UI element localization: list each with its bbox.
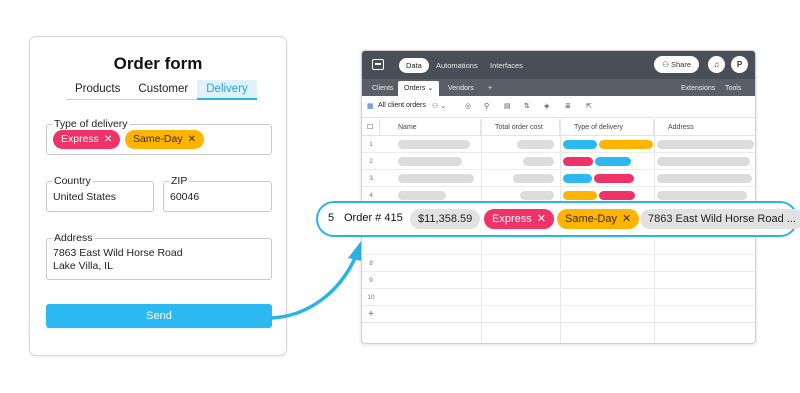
tag-bar: [595, 157, 631, 166]
record-chip-same-day-label: Same-Day: [565, 213, 617, 225]
column-header-total-cost[interactable]: Total order cost: [481, 119, 560, 136]
record-address: 7863 East Wild Horse Road ...: [640, 209, 800, 229]
table-row[interactable]: [362, 238, 755, 255]
table-row[interactable]: 8: [362, 255, 755, 272]
table-row[interactable]: 1: [362, 136, 755, 153]
placeholder-bar: [657, 157, 750, 166]
placeholder-bar: [520, 191, 554, 200]
table-tab-orders-label: Orders: [404, 85, 426, 92]
row-number: 3: [369, 175, 373, 182]
record-chip-express[interactable]: Express ✕: [484, 209, 554, 229]
row-number: 10: [367, 294, 375, 301]
table-tab-vendors[interactable]: Vendors: [442, 81, 480, 96]
nav-data[interactable]: Data: [399, 58, 429, 73]
table-row[interactable]: 10: [362, 289, 755, 306]
notifications-bell-icon[interactable]: ♫: [708, 56, 725, 73]
record-cost: $11,358.59: [410, 209, 481, 229]
select-all-checkbox[interactable]: ☐: [362, 119, 380, 136]
sort-icon[interactable]: ⇅: [524, 102, 530, 110]
row-number: 1: [369, 141, 373, 148]
stage: Order form Products Customer Delivery Ty…: [0, 0, 800, 393]
nav-automations[interactable]: Automations: [429, 58, 485, 73]
people-icon[interactable]: ⚇ ⌄: [432, 102, 446, 110]
people-icon: ⚇: [662, 60, 671, 69]
top-bar: Data Automations Interfaces ⚇ Share ♫ P: [362, 51, 755, 79]
database-app-window: Data Automations Interfaces ⚇ Share ♫ P …: [361, 50, 756, 344]
placeholder-bar: [513, 174, 554, 183]
table-tab-bar: Clients Orders ⌄ Vendors + Extensions To…: [362, 79, 755, 107]
row-number: 8: [369, 260, 373, 267]
placeholder-bar: [523, 157, 554, 166]
tools-label: Tools: [725, 85, 742, 92]
tag-bar: [599, 191, 635, 200]
avatar[interactable]: P: [731, 56, 748, 73]
color-icon[interactable]: ◈: [544, 102, 549, 110]
record-number: 5: [328, 212, 335, 224]
table-row[interactable]: 2: [362, 153, 755, 170]
column-header-name[interactable]: Name: [380, 119, 481, 136]
placeholder-bar: [657, 140, 754, 149]
tag-bar: [563, 174, 592, 183]
extensions-button[interactable]: Extensions: [675, 81, 721, 96]
table-tab-clients[interactable]: Clients: [366, 81, 399, 96]
row-number: 9: [369, 277, 373, 284]
view-name[interactable]: All client orders: [378, 102, 426, 109]
placeholder-bar: [398, 174, 474, 183]
table-row[interactable]: 9: [362, 272, 755, 289]
table-row[interactable]: 3: [362, 170, 755, 187]
tag-bar: [594, 174, 634, 183]
remove-icon[interactable]: ✕: [537, 213, 546, 225]
tag-bar: [563, 140, 597, 149]
placeholder-bar: [398, 140, 470, 149]
grid-view-icon[interactable]: ▦: [367, 102, 374, 110]
tag-bar: [563, 191, 597, 200]
view-toolbar: ▦ All client orders ⚇ ⌄ ◎ ⚲ ▤ ⇅ ◈ ≣ ⇱: [362, 96, 755, 118]
add-row-icon: +: [368, 309, 374, 320]
tag-bar: [599, 140, 653, 149]
share-label: Share: [670, 60, 691, 69]
record-chip-same-day[interactable]: Same-Day ✕: [557, 209, 640, 229]
tools-button[interactable]: Tools ⌄: [719, 81, 755, 107]
app-logo-icon[interactable]: [372, 59, 384, 70]
chevron-down-icon: ⌄: [427, 85, 434, 92]
add-row-button[interactable]: +: [362, 306, 755, 323]
placeholder-bar: [657, 174, 752, 183]
placeholder-bar: [398, 157, 462, 166]
tag-bar: [563, 157, 593, 166]
add-table-button[interactable]: +: [482, 81, 498, 96]
remove-icon[interactable]: ✕: [622, 213, 631, 225]
column-header-address[interactable]: Address: [654, 119, 755, 136]
group-icon[interactable]: ▤: [504, 102, 511, 110]
table-tab-orders[interactable]: Orders ⌄: [398, 81, 440, 96]
record-name: Order # 415: [344, 212, 403, 224]
share-view-icon[interactable]: ⇱: [586, 102, 592, 110]
placeholder-bar: [517, 140, 554, 149]
filter-icon[interactable]: ⚲: [484, 102, 489, 110]
placeholder-bar: [398, 191, 446, 200]
placeholder-bar: [657, 191, 747, 200]
row-number: 2: [369, 158, 373, 165]
row-height-icon[interactable]: ≣: [565, 102, 571, 110]
highlighted-record-row[interactable]: 5 Order # 415 $11,358.59 Express ✕ Same-D…: [316, 201, 800, 237]
share-button[interactable]: ⚇ Share: [654, 56, 699, 73]
column-header-delivery-type[interactable]: Type of delivery: [560, 119, 654, 136]
hide-fields-icon[interactable]: ◎: [465, 102, 471, 110]
nav-interfaces[interactable]: Interfaces: [483, 58, 530, 73]
record-chip-express-label: Express: [492, 213, 532, 225]
